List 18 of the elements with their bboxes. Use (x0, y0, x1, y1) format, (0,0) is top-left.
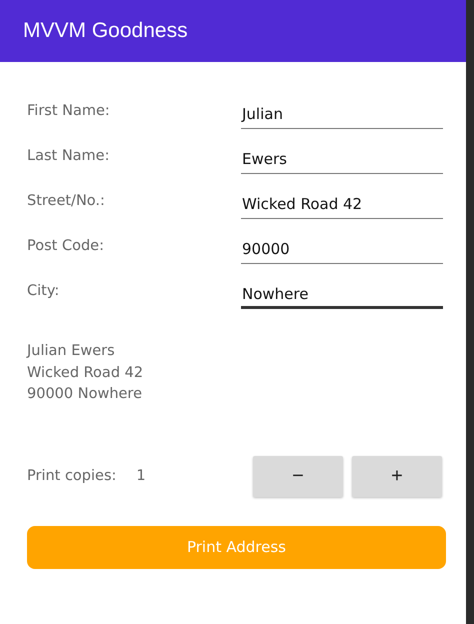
text-field[interactable]: 90000 (241, 239, 443, 264)
address-line: 90000 Nowhere (27, 385, 143, 404)
copies-count: 1 (136, 468, 146, 484)
decrease-button[interactable]: − (253, 456, 343, 496)
address-line: Julian Ewers (27, 342, 116, 361)
field-label: Street/No.: (27, 193, 106, 211)
text-field[interactable]: Ewers (241, 149, 443, 174)
app-title: MVVM Goodness (23, 19, 188, 43)
text-field[interactable]: Julian (241, 104, 443, 129)
field-label: City: (27, 283, 60, 301)
text-field[interactable]: Wicked Road 42 (241, 194, 443, 219)
field-label: Last Name: (27, 148, 110, 166)
address-line: Wicked Road 42 (27, 364, 144, 382)
field-label: Post Code: (27, 238, 105, 256)
field-label: First Name: (27, 103, 111, 121)
copies-label: Print copies: (27, 468, 116, 484)
text-field[interactable]: Nowhere (241, 284, 443, 309)
increase-button[interactable]: + (352, 456, 442, 496)
